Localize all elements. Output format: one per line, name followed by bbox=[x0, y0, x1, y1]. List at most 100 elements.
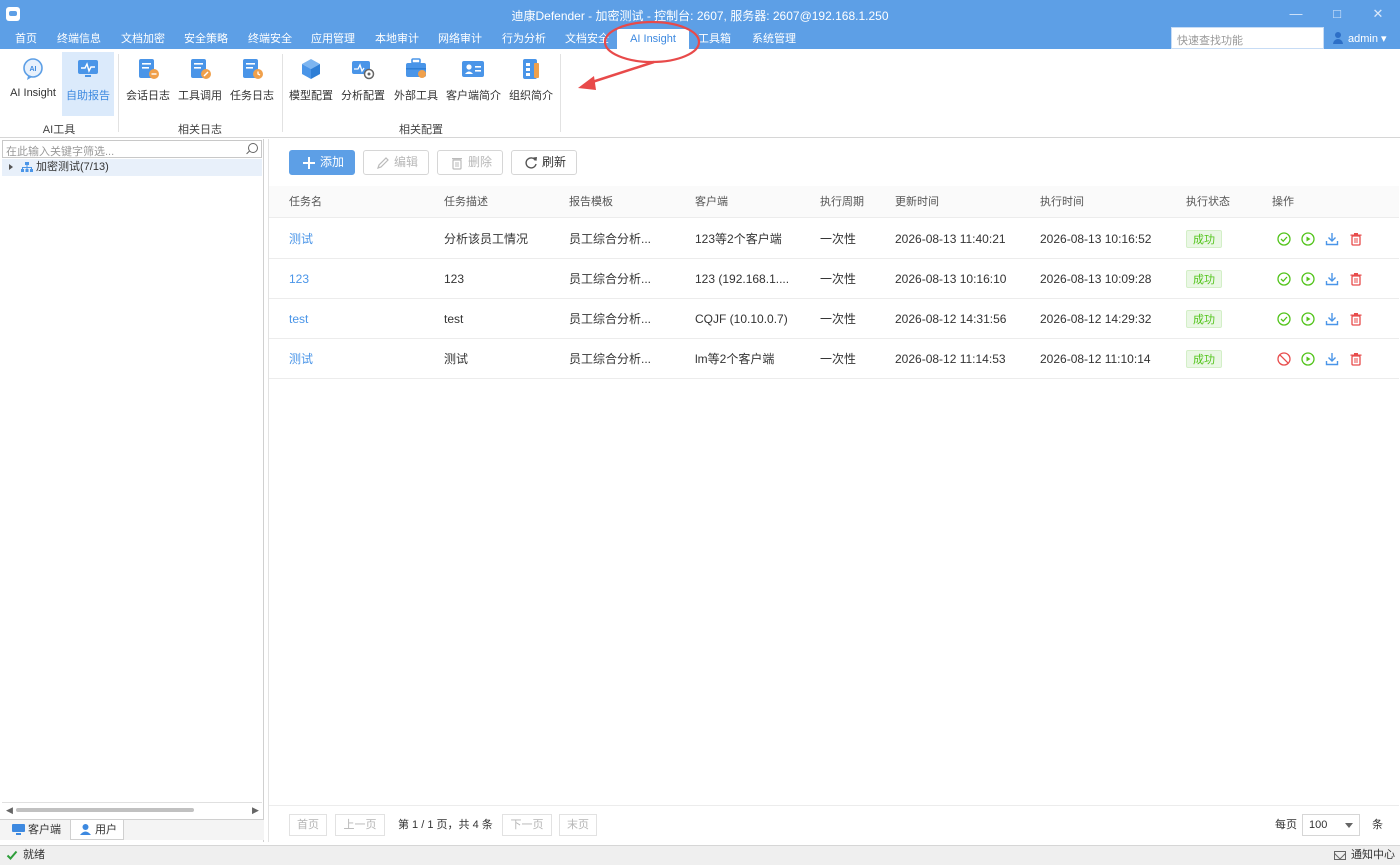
column-header[interactable]: 执行时间 bbox=[1040, 186, 1084, 218]
download-icon[interactable] bbox=[1325, 312, 1339, 326]
menu-item-doc-encrypt[interactable]: 文档加密 bbox=[121, 29, 165, 49]
search-icon[interactable] bbox=[248, 143, 258, 153]
trash-icon[interactable] bbox=[1349, 352, 1363, 366]
menu-item-terminal-security[interactable]: 终端安全 bbox=[248, 29, 292, 49]
run-play-icon[interactable] bbox=[1301, 232, 1315, 246]
ribbon-client-intro-button[interactable]: 客户端简介 bbox=[446, 52, 501, 116]
menu-item-local-audit[interactable]: 本地审计 bbox=[375, 29, 419, 49]
mail-icon[interactable] bbox=[1334, 851, 1346, 860]
next-page-button[interactable]: 下一页 bbox=[502, 814, 552, 836]
trash-icon[interactable] bbox=[1349, 232, 1363, 246]
toolbox-icon bbox=[406, 58, 426, 78]
prev-page-button[interactable]: 上一页 bbox=[335, 814, 385, 836]
disable-ban-icon[interactable] bbox=[1277, 352, 1291, 366]
ribbon-external-tools-button[interactable]: 外部工具 bbox=[392, 52, 440, 116]
quick-search-input[interactable]: 快速查找功能 bbox=[1171, 27, 1324, 49]
table-row[interactable]: 测试 分析该员工情况 员工综合分析... 123等2个客户端 一次性 2026-… bbox=[269, 219, 1399, 259]
ribbon-tool-call-button[interactable]: 工具调用 bbox=[176, 52, 224, 116]
table-row[interactable]: 测试 测试 员工综合分析... lm等2个客户端 一次性 2026-08-12 … bbox=[269, 339, 1399, 379]
ribbon-analysis-config-button[interactable]: 分析配置 bbox=[340, 52, 386, 116]
menu-item-home[interactable]: 首页 bbox=[15, 29, 37, 49]
column-header[interactable]: 执行状态 bbox=[1186, 186, 1230, 218]
column-header[interactable]: 更新时间 bbox=[895, 186, 939, 218]
task-name-link[interactable]: test bbox=[289, 299, 308, 339]
menu-item-system-management[interactable]: 系统管理 bbox=[752, 29, 796, 49]
trash-icon[interactable] bbox=[1349, 272, 1363, 286]
enable-check-icon[interactable] bbox=[1277, 232, 1291, 246]
tab-clients[interactable]: 客户端 bbox=[4, 820, 68, 840]
scroll-right-icon[interactable]: ▶ bbox=[252, 805, 259, 816]
run-play-icon[interactable] bbox=[1301, 312, 1315, 326]
column-header[interactable]: 客户端 bbox=[695, 186, 728, 218]
edit-button[interactable]: 编辑 bbox=[363, 150, 429, 175]
ribbon-task-log-button[interactable]: 任务日志 bbox=[228, 52, 276, 116]
task-name-link[interactable]: 测试 bbox=[289, 219, 313, 259]
menu-item-app-management[interactable]: 应用管理 bbox=[311, 29, 355, 49]
org-tree-panel: 在此输入关键字筛选... 加密测试(7/13) ◀ ▶ 客户端 用户 bbox=[0, 139, 264, 842]
expand-arrow-icon[interactable] bbox=[9, 164, 13, 170]
trash-icon[interactable] bbox=[1349, 312, 1363, 326]
status-text: 就绪 bbox=[23, 849, 45, 861]
scrollbar-thumb[interactable] bbox=[16, 808, 194, 812]
enable-check-icon[interactable] bbox=[1277, 272, 1291, 286]
status-bar: 就绪 通知中心 bbox=[0, 845, 1400, 865]
svg-text:AI: AI bbox=[30, 66, 37, 73]
ribbon-session-log-button[interactable]: 会话日志 bbox=[124, 52, 172, 116]
ribbon-label: 外部工具 bbox=[394, 90, 438, 102]
run-play-icon[interactable] bbox=[1301, 352, 1315, 366]
task-name-link[interactable]: 测试 bbox=[289, 339, 313, 379]
ribbon-group-label: 相关日志 bbox=[178, 124, 222, 136]
table-row[interactable]: 123 123 员工综合分析... 123 (192.168.1.... 一次性… bbox=[269, 259, 1399, 299]
ribbon-self-report-button[interactable]: 自助报告 bbox=[62, 52, 114, 116]
scroll-left-icon[interactable]: ◀ bbox=[6, 805, 13, 816]
column-header[interactable]: 任务名 bbox=[289, 186, 322, 218]
executed-time: 2026-08-13 10:16:52 bbox=[1040, 232, 1152, 246]
ribbon-org-intro-button[interactable]: 组织简介 bbox=[508, 52, 554, 116]
report-template: 员工综合分析... bbox=[569, 232, 652, 246]
column-header[interactable]: 任务描述 bbox=[444, 186, 488, 218]
tree-filter-input[interactable]: 在此输入关键字筛选... bbox=[2, 140, 262, 158]
annotation-arrow-icon bbox=[578, 20, 701, 90]
ribbon-label: 分析配置 bbox=[341, 90, 385, 102]
ribbon-model-config-button[interactable]: 模型配置 bbox=[288, 52, 334, 116]
enable-check-icon[interactable] bbox=[1277, 312, 1291, 326]
page-info: 第 1 / 1 页，共 4 条 bbox=[398, 819, 493, 831]
run-play-icon[interactable] bbox=[1301, 272, 1315, 286]
per-page-select[interactable]: 100 bbox=[1302, 814, 1360, 836]
tool-call-icon bbox=[191, 59, 211, 79]
ribbon-label: 工具调用 bbox=[178, 90, 222, 102]
task-name-link[interactable]: 123 bbox=[289, 259, 309, 299]
close-icon[interactable]: ✕ bbox=[1368, 5, 1388, 23]
download-icon[interactable] bbox=[1325, 352, 1339, 366]
client: 123 (192.168.1.... bbox=[695, 272, 790, 286]
task-desc: 分析该员工情况 bbox=[444, 232, 529, 246]
menu-item-terminal-info[interactable]: 终端信息 bbox=[57, 29, 101, 49]
client: CQJF (10.10.0.7) bbox=[695, 312, 788, 326]
menu-item-network-audit[interactable]: 网络审计 bbox=[438, 29, 482, 49]
tab-users[interactable]: 用户 bbox=[70, 820, 124, 840]
ribbon-ai-insight-button[interactable]: AI AI Insight bbox=[6, 52, 60, 116]
download-icon[interactable] bbox=[1325, 232, 1339, 246]
last-page-button[interactable]: 末页 bbox=[559, 814, 597, 836]
status-badge: 成功 bbox=[1186, 230, 1222, 248]
updated-time: 2026-08-13 11:40:21 bbox=[895, 232, 1006, 246]
menu-item-security-policy[interactable]: 安全策略 bbox=[184, 29, 228, 49]
download-icon[interactable] bbox=[1325, 272, 1339, 286]
tree-node-root[interactable]: 加密测试(7/13) bbox=[2, 159, 262, 176]
minimize-icon[interactable]: — bbox=[1286, 5, 1306, 23]
maximize-icon[interactable]: □ bbox=[1327, 5, 1347, 23]
add-button[interactable]: 添加 bbox=[289, 150, 355, 175]
pagination: 首页 上一页 第 1 / 1 页，共 4 条 下一页 末页 每页 100 条 bbox=[269, 805, 1399, 842]
user-menu[interactable]: admin ▾ bbox=[1332, 29, 1387, 49]
menu-item-behavior-analysis[interactable]: 行为分析 bbox=[502, 29, 546, 49]
horizontal-scrollbar[interactable]: ◀ ▶ bbox=[2, 802, 262, 816]
delete-label: 删除 bbox=[468, 155, 493, 169]
notification-center-link[interactable]: 通知中心 bbox=[1351, 846, 1395, 865]
column-header[interactable]: 执行周期 bbox=[820, 186, 864, 218]
refresh-button[interactable]: 刷新 bbox=[511, 150, 577, 175]
column-header[interactable]: 报告模板 bbox=[569, 186, 613, 218]
first-page-button[interactable]: 首页 bbox=[289, 814, 327, 836]
table-row[interactable]: test test 员工综合分析... CQJF (10.10.0.7) 一次性… bbox=[269, 299, 1399, 339]
ai-chat-icon: AI bbox=[23, 58, 43, 80]
delete-button[interactable]: 删除 bbox=[437, 150, 503, 175]
